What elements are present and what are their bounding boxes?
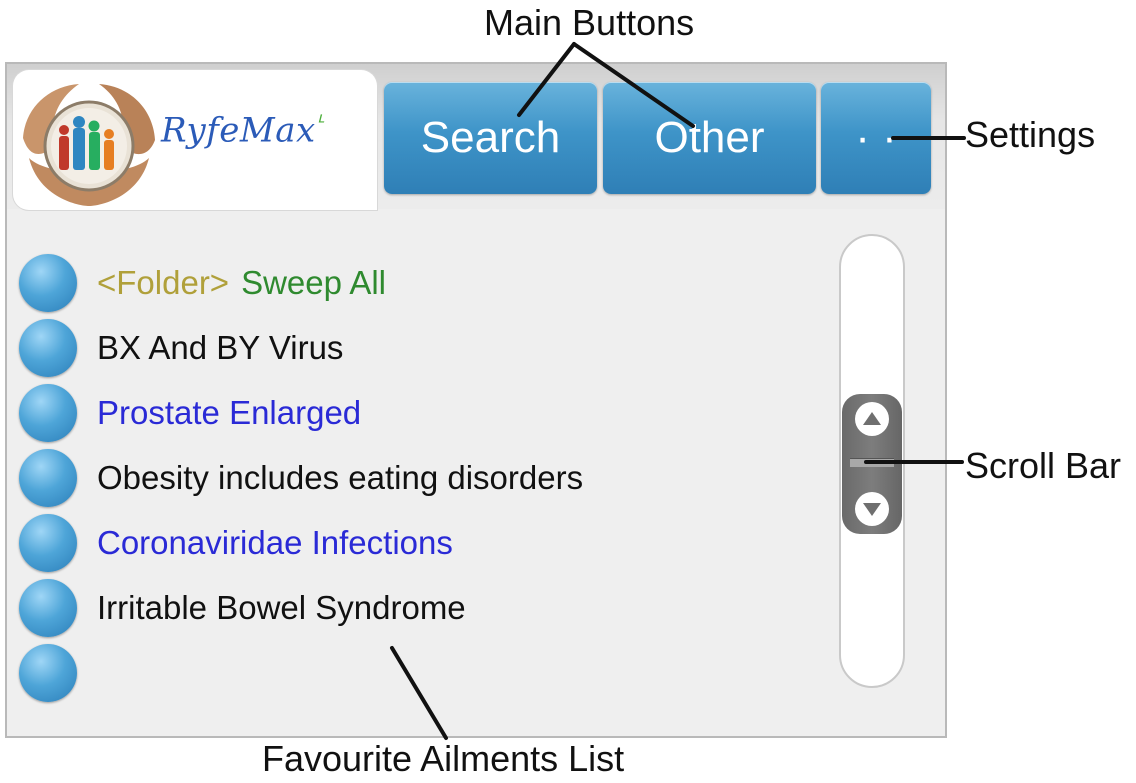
list-item[interactable]: <Folder> Sweep All <box>19 250 799 315</box>
list-item-label: BX And BY Virus <box>97 328 344 366</box>
list-item-label: Obesity includes eating disorders <box>97 458 584 496</box>
list-item[interactable]: BX And BY Virus <box>19 315 799 380</box>
folder-name: Sweep All <box>241 263 387 301</box>
list-item-label: <Folder> Sweep All <box>97 264 386 302</box>
favourite-ailments-list: <Folder> Sweep All BX And BY Virus Prosta… <box>19 250 799 705</box>
other-button[interactable]: Other <box>603 82 816 194</box>
settings-button[interactable]: · · <box>821 82 931 194</box>
list-item[interactable] <box>19 640 799 705</box>
logo-brand-text: RyfeMax <box>161 110 316 151</box>
bullet-icon[interactable] <box>19 513 77 572</box>
list-item-label: Prostate Enlarged <box>97 393 362 431</box>
bullet-icon[interactable] <box>19 318 77 377</box>
bullet-icon[interactable] <box>19 383 77 442</box>
logo-wordmark: RyfeMaxᒻ <box>161 110 324 150</box>
bullet-icon[interactable] <box>19 253 77 312</box>
list-item[interactable]: Coronaviridae Infections <box>19 510 799 575</box>
list-item-label: Coronaviridae Infections <box>97 523 453 561</box>
scroll-thumb[interactable] <box>842 394 902 534</box>
list-item[interactable]: Obesity includes eating disorders <box>19 445 799 510</box>
annotation-favourite-ailments-list: Favourite Ailments List <box>262 738 625 779</box>
bullet-icon[interactable] <box>19 448 77 507</box>
leaf-icon: ᒻ <box>315 110 324 134</box>
logo-hands-icon <box>23 84 155 206</box>
annotation-scroll-bar: Scroll Bar <box>965 445 1122 486</box>
folder-tag: <Folder> <box>97 263 230 301</box>
list-item[interactable]: Prostate Enlarged <box>19 380 799 445</box>
scroll-grip <box>850 458 894 467</box>
list-item-label: Irritable Bowel Syndrome <box>97 588 466 626</box>
search-button[interactable]: Search <box>384 82 597 194</box>
scroll-down-icon[interactable] <box>855 492 889 526</box>
list-item[interactable]: Irritable Bowel Syndrome <box>19 575 799 640</box>
annotation-main-buttons: Main Buttons <box>484 2 695 43</box>
logo-card: RyfeMaxᒻ <box>13 70 377 210</box>
bullet-icon[interactable] <box>19 578 77 637</box>
scroll-up-icon[interactable] <box>855 402 889 436</box>
annotation-settings: Settings <box>965 114 1096 155</box>
bullet-icon[interactable] <box>19 643 77 702</box>
app-screen: RyfeMaxᒻ Search Other · · <Folder> Sweep … <box>5 62 947 738</box>
